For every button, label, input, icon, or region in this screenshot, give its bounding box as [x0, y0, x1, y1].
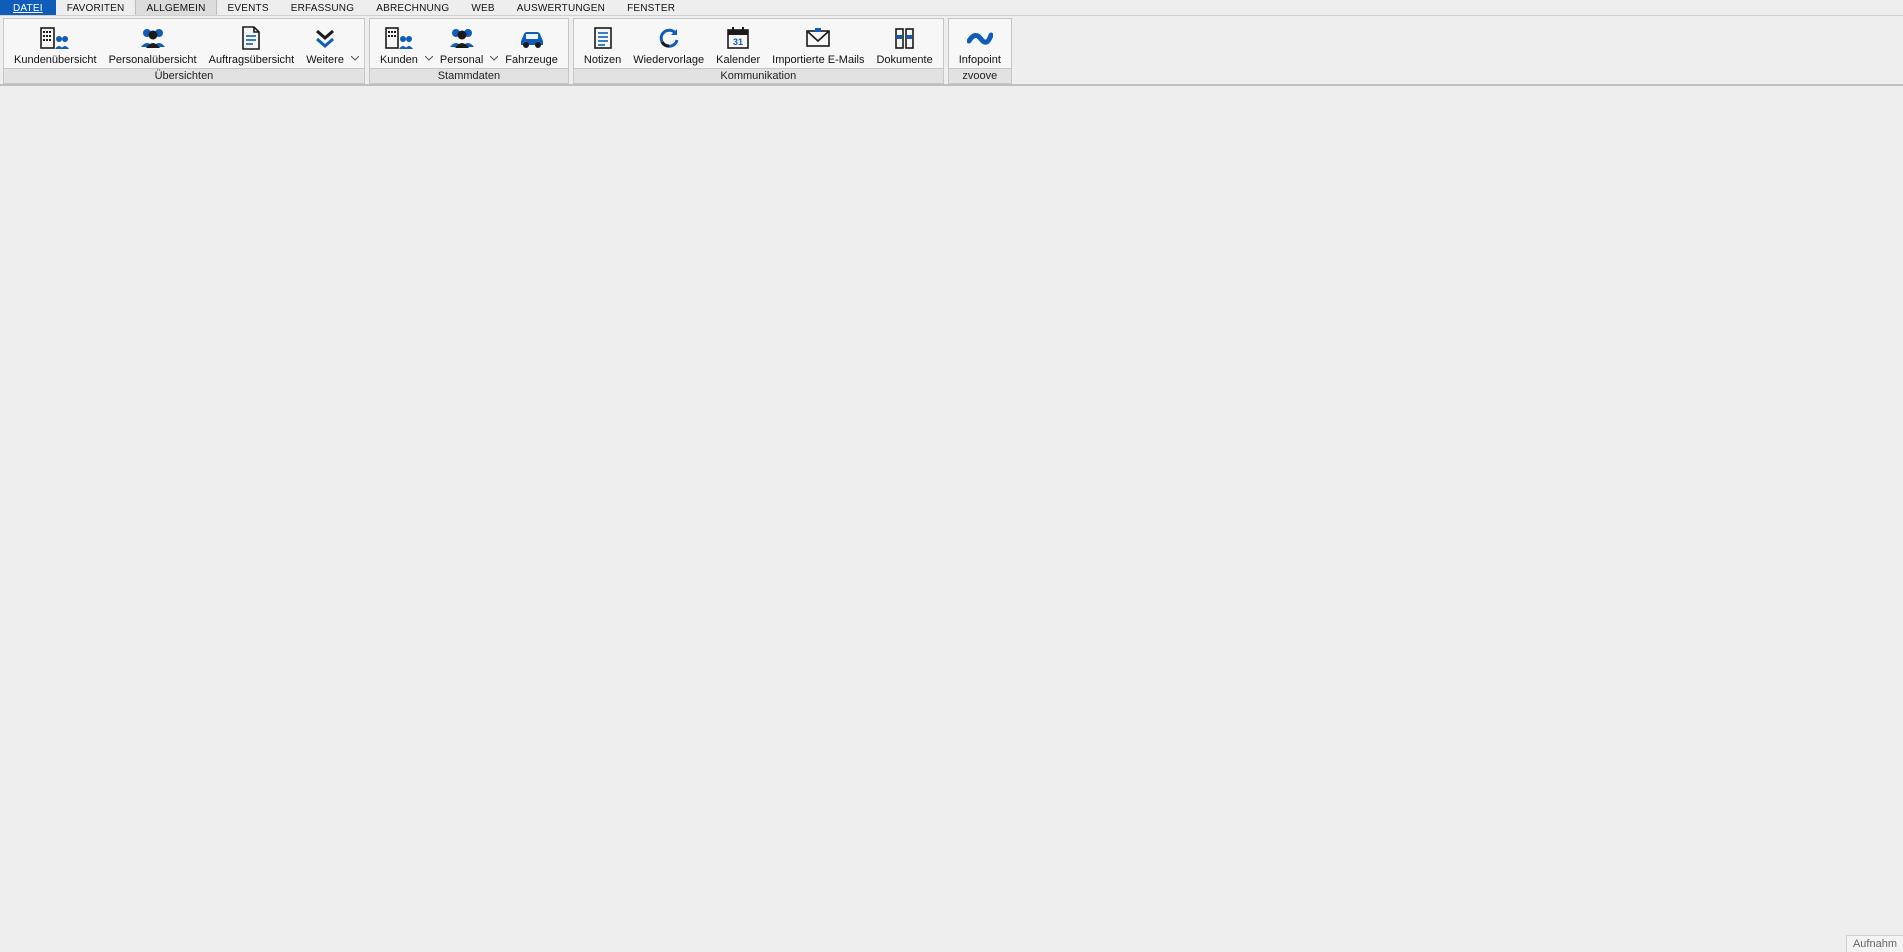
svg-text:31: 31 — [733, 37, 743, 47]
double-chevron-down-icon — [313, 24, 337, 52]
infopoint-button[interactable]: Infopoint — [953, 22, 1007, 68]
infopoint-logo-icon — [967, 24, 993, 52]
tab-events[interactable]: EVENTS — [217, 0, 280, 15]
group-zvoove-title: zvoove — [949, 68, 1011, 83]
document-lines-icon — [239, 24, 263, 52]
personal-dropdown[interactable] — [489, 56, 499, 68]
people-group-icon — [138, 24, 168, 52]
ribbon: Kundenübersicht Personalübersicht — [0, 16, 1903, 86]
notes-icon — [591, 24, 615, 52]
tab-fenster[interactable]: FENSTER — [616, 0, 686, 15]
personaluebersicht-label: Personalübersicht — [109, 54, 197, 66]
group-stammdaten-title: Stammdaten — [370, 68, 568, 83]
group-kommunikation: Notizen Wiedervorlage — [573, 18, 944, 84]
kalender-button[interactable]: 31 Kalender — [710, 22, 766, 68]
kundenuebersicht-label: Kundenübersicht — [14, 54, 97, 66]
tab-favoriten[interactable]: FAVORITEN — [56, 0, 136, 15]
fahrzeuge-label: Fahrzeuge — [505, 54, 558, 66]
kalender-label: Kalender — [716, 54, 760, 66]
refresh-icon — [656, 24, 682, 52]
weitere-button[interactable]: Weitere — [300, 22, 350, 68]
importierte-emails-label: Importierte E-Mails — [772, 54, 864, 66]
personal-button[interactable]: Personal — [434, 22, 489, 68]
notizen-button[interactable]: Notizen — [578, 22, 627, 68]
weitere-dropdown[interactable] — [350, 56, 360, 68]
tab-datei[interactable]: DATEI — [0, 0, 56, 15]
wiedervorlage-label: Wiedervorlage — [633, 54, 704, 66]
kunden-button[interactable]: Kunden — [374, 22, 424, 68]
calendar-icon: 31 — [725, 24, 751, 52]
tab-auswertungen[interactable]: AUSWERTUNGEN — [506, 0, 616, 15]
kunden-label: Kunden — [380, 54, 418, 66]
kundenuebersicht-button[interactable]: Kundenübersicht — [8, 22, 103, 68]
personal-label: Personal — [440, 54, 483, 66]
tab-web[interactable]: WEB — [460, 0, 505, 15]
dokumente-button[interactable]: Dokumente — [870, 22, 938, 68]
building-people-icon — [40, 24, 70, 52]
tab-allgemein[interactable]: ALLGEMEIN — [135, 0, 216, 15]
weitere-label: Weitere — [306, 54, 344, 66]
kunden-dropdown[interactable] — [424, 56, 434, 68]
auftragsuebersicht-label: Auftragsübersicht — [209, 54, 295, 66]
personaluebersicht-button[interactable]: Personalübersicht — [103, 22, 203, 68]
auftragsuebersicht-button[interactable]: Auftragsübersicht — [203, 22, 301, 68]
group-uebersichten-title: Übersichten — [4, 68, 364, 83]
fahrzeuge-button[interactable]: Fahrzeuge — [499, 22, 564, 68]
group-zvoove: Infopoint zvoove — [948, 18, 1012, 84]
importierte-emails-button[interactable]: Importierte E-Mails — [766, 22, 870, 68]
tab-abrechnung[interactable]: ABRECHNUNG — [365, 0, 460, 15]
group-uebersichten: Kundenübersicht Personalübersicht — [3, 18, 365, 84]
tab-erfassung[interactable]: ERFASSUNG — [280, 0, 365, 15]
statusbar-text: Aufnahm — [1846, 935, 1903, 952]
people-group-small-icon — [448, 24, 476, 52]
group-stammdaten: Kunden Personal — [369, 18, 569, 84]
infopoint-label: Infopoint — [959, 54, 1001, 66]
building-people-small-icon — [385, 24, 413, 52]
group-kommunikation-title: Kommunikation — [574, 68, 943, 83]
menubar: DATEI FAVORITEN ALLGEMEIN EVENTS ERFASSU… — [0, 0, 1903, 16]
dokumente-label: Dokumente — [876, 54, 932, 66]
binders-icon — [891, 24, 919, 52]
notizen-label: Notizen — [584, 54, 621, 66]
wiedervorlage-button[interactable]: Wiedervorlage — [627, 22, 710, 68]
envelope-icon — [804, 24, 832, 52]
car-icon — [517, 24, 547, 52]
